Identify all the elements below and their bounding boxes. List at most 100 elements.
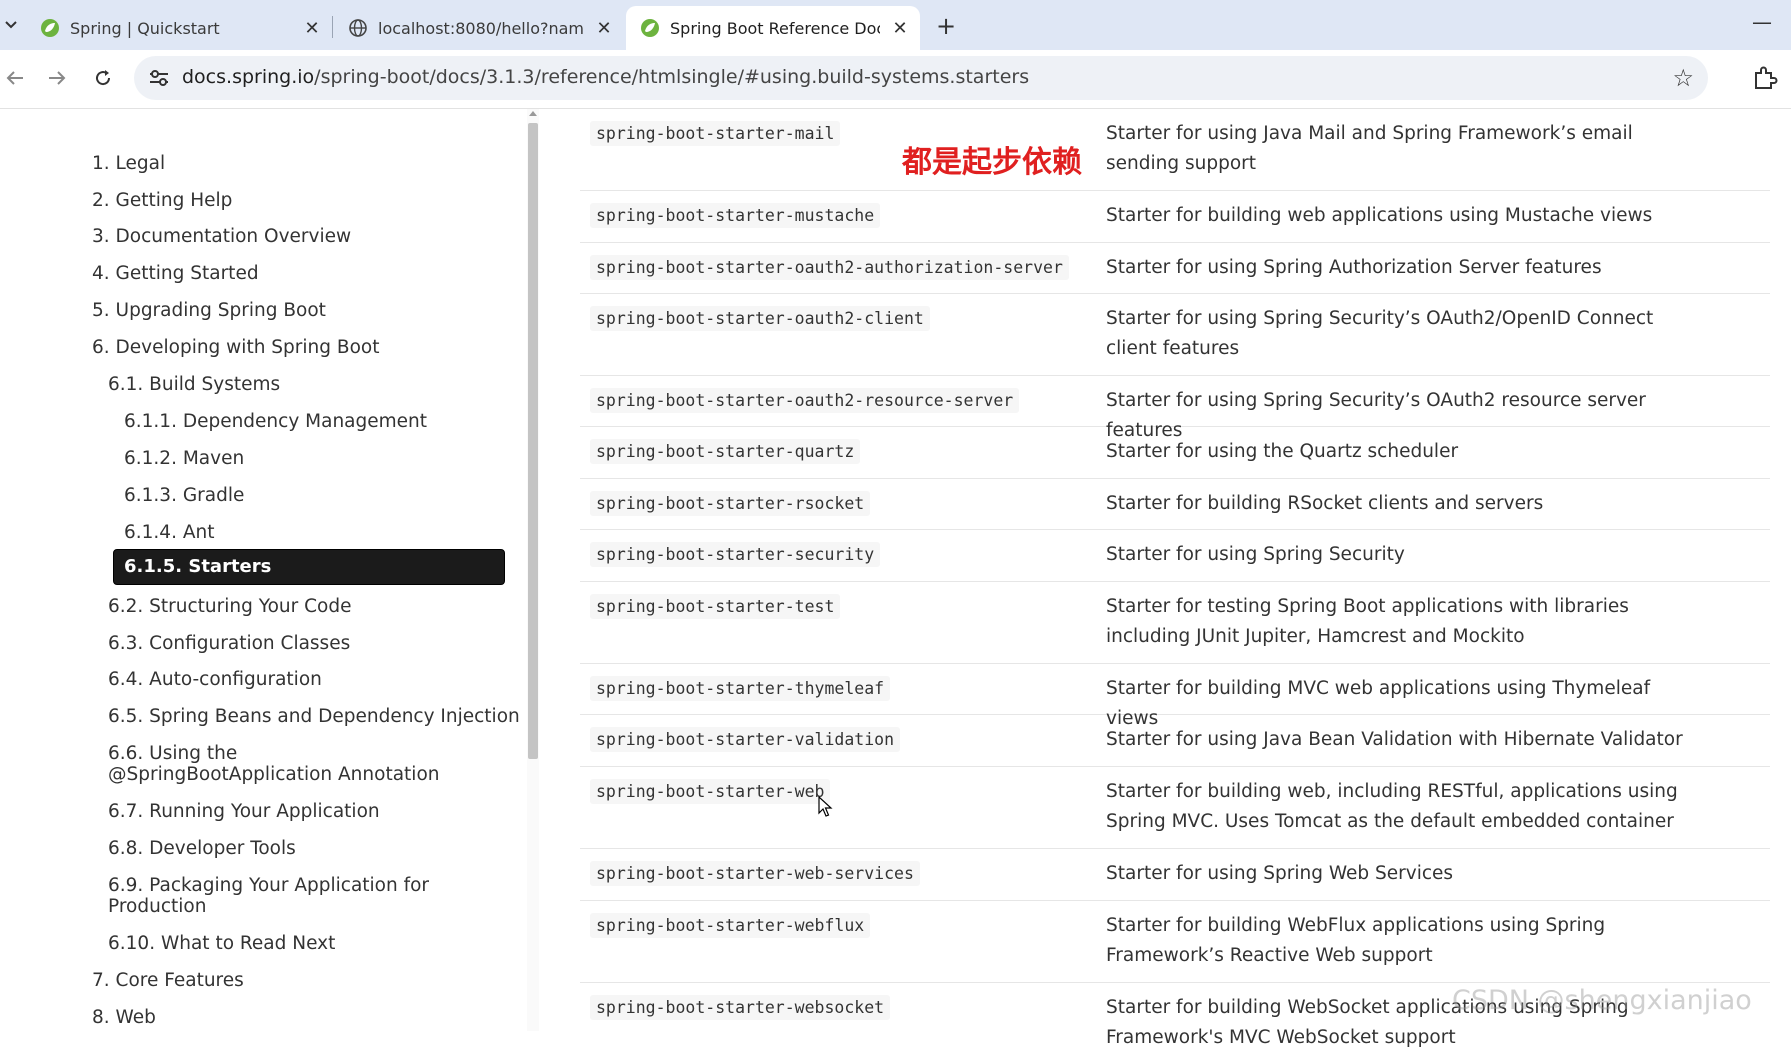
- toc-item[interactable]: 6.3. Configuration Classes: [108, 633, 350, 654]
- puzzle-icon[interactable]: [1752, 65, 1778, 91]
- table-row: spring-boot-starter-validation Starter f…: [580, 715, 1770, 767]
- table-row: spring-boot-starter-oauth2-resource-serv…: [580, 376, 1770, 441]
- starter-name: spring-boot-starter-validation: [590, 727, 901, 752]
- starter-description: Starter for using the Quartz scheduler: [1106, 441, 1459, 462]
- starter-name: spring-boot-starter-rsocket: [590, 491, 871, 516]
- toc-item[interactable]: 4. Getting Started: [92, 263, 259, 284]
- table-row: spring-boot-starter-web-services Starter…: [580, 849, 1770, 901]
- tab-title: Spring | Quickstart: [70, 18, 220, 38]
- table-row: spring-boot-starter-rsocket Starter for …: [580, 479, 1770, 530]
- toc-item[interactable]: 6.1. Build Systems: [108, 374, 280, 395]
- table-row: spring-boot-starter-test Starter for tes…: [580, 582, 1770, 664]
- url-text[interactable]: docs.spring.io/spring-boot/docs/3.1.3/re…: [182, 66, 1029, 88]
- toc-item[interactable]: 6.2. Structuring Your Code: [108, 596, 352, 617]
- toc-item[interactable]: 6.1.2. Maven: [124, 448, 244, 469]
- starter-name: spring-boot-starter-oauth2-authorization…: [590, 255, 1069, 280]
- starter-name: spring-boot-starter-web: [590, 779, 831, 804]
- back-button[interactable]: [0, 63, 30, 93]
- tab-strip: Spring | Quickstart ✕ localhost:8080/hel…: [0, 0, 1791, 50]
- table-row: spring-boot-starter-security Starter for…: [580, 530, 1770, 582]
- toc-item[interactable]: 6.1.1. Dependency Management: [124, 411, 427, 432]
- tune-icon[interactable]: [148, 68, 170, 88]
- starter-description: Starter for using Spring Web Services: [1106, 863, 1454, 884]
- starter-description: Starter for using Java Bean Validation w…: [1106, 729, 1683, 750]
- close-tab-icon[interactable]: ✕: [594, 18, 614, 39]
- toc-item[interactable]: 8. Web: [92, 1007, 156, 1028]
- starter-name: spring-boot-starter-oauth2-resource-serv…: [590, 388, 1020, 413]
- toc-item-active[interactable]: 6.1.5. Starters: [113, 549, 505, 585]
- toc-sidebar: 1. Legal 2. Getting Help 3. Documentatio…: [0, 109, 539, 1031]
- table-row: spring-boot-starter-web Starter for buil…: [580, 767, 1770, 849]
- arrow-right-icon: [49, 71, 66, 85]
- starter-name: spring-boot-starter-quartz: [590, 439, 861, 464]
- toc-item[interactable]: 1. Legal: [92, 153, 165, 174]
- red-annotation-text: 都是起步依赖: [902, 145, 1082, 180]
- scroll-up-arrow-icon[interactable]: [529, 111, 537, 116]
- address-bar[interactable]: docs.spring.io/spring-boot/docs/3.1.3/re…: [134, 56, 1708, 100]
- starter-description: Starter for building web, including REST…: [1106, 781, 1678, 832]
- toc-item[interactable]: 3. Documentation Overview: [92, 226, 351, 247]
- toc-item[interactable]: 6.1.3. Gradle: [124, 485, 244, 506]
- browser-toolbar: docs.spring.io/spring-boot/docs/3.1.3/re…: [0, 50, 1791, 109]
- tab-spring-boot-reference[interactable]: Spring Boot Reference Docum ✕: [626, 6, 920, 50]
- tab-title: localhost:8080/hello?name=: [378, 18, 584, 38]
- toc-item[interactable]: 6.5. Spring Beans and Dependency Injecti…: [108, 706, 520, 727]
- close-tab-icon[interactable]: ✕: [890, 18, 910, 39]
- new-tab-button[interactable]: +: [930, 10, 962, 42]
- spring-leaf-icon: [641, 19, 659, 37]
- starter-description: Starter for using Java Mail and Spring F…: [1106, 123, 1633, 174]
- plus-icon: +: [935, 12, 957, 40]
- toc-item[interactable]: 6. Developing with Spring Boot: [92, 337, 379, 358]
- minimize-button[interactable]: —: [1752, 10, 1772, 34]
- reload-icon: [96, 70, 111, 86]
- toc-item[interactable]: 6.4. Auto-configuration: [108, 669, 322, 690]
- mouse-cursor-icon: [818, 796, 833, 817]
- starter-name: spring-boot-starter-thymeleaf: [590, 676, 891, 701]
- toc-item[interactable]: 6.7. Running Your Application: [108, 801, 380, 822]
- toc-item[interactable]: 5. Upgrading Spring Boot: [92, 300, 326, 321]
- tab-search-button[interactable]: [0, 10, 22, 40]
- reload-button[interactable]: [88, 63, 118, 93]
- globe-icon: [349, 19, 367, 37]
- table-row: spring-boot-starter-quartz Starter for u…: [580, 427, 1770, 479]
- toc-item[interactable]: 7. Core Features: [92, 970, 244, 991]
- starter-name: spring-boot-starter-webflux: [590, 913, 871, 938]
- tab-separator: [332, 16, 333, 38]
- table-row: spring-boot-starter-webflux Starter for …: [580, 901, 1770, 983]
- table-row: spring-boot-starter-mustache Starter for…: [580, 191, 1770, 243]
- url-path: /spring-boot/docs/3.1.3/reference/htmlsi…: [314, 66, 1030, 88]
- star-icon[interactable]: ☆: [1672, 64, 1694, 92]
- starters-table: spring-boot-starter-mail Starter for usi…: [540, 109, 1791, 1048]
- starter-name: spring-boot-starter-mail: [590, 121, 841, 146]
- tab-title: Spring Boot Reference Docum: [670, 18, 880, 38]
- watermark: CSDN @shengxianjiao: [1452, 985, 1752, 1016]
- close-tab-icon[interactable]: ✕: [302, 18, 322, 39]
- starter-description: Starter for testing Spring Boot applicat…: [1106, 596, 1629, 647]
- starter-description: Starter for building web applications us…: [1106, 205, 1653, 226]
- forward-button[interactable]: [42, 63, 72, 93]
- spring-leaf-icon: [41, 19, 59, 37]
- starter-description: Starter for using Spring Security: [1106, 544, 1405, 565]
- toc-item[interactable]: 2. Getting Help: [92, 190, 232, 211]
- tab-localhost[interactable]: localhost:8080/hello?name= ✕: [334, 6, 624, 50]
- starter-name: spring-boot-starter-mustache: [590, 203, 881, 228]
- starter-name: spring-boot-starter-oauth2-client: [590, 306, 930, 331]
- starter-name: spring-boot-starter-websocket: [590, 995, 891, 1020]
- arrow-left-icon: [6, 71, 23, 85]
- toc-item[interactable]: 6.1.4. Ant: [124, 522, 214, 543]
- tab-spring-quickstart[interactable]: Spring | Quickstart ✕: [26, 6, 332, 50]
- table-row: spring-boot-starter-mail Starter for usi…: [580, 109, 1770, 191]
- chevron-down-icon: [5, 21, 17, 29]
- toc-item[interactable]: 6.9. Packaging Your Application for Prod…: [108, 875, 448, 917]
- url-host: docs.spring.io: [182, 66, 315, 88]
- starter-name: spring-boot-starter-web-services: [590, 861, 920, 886]
- toc-item[interactable]: 6.10. What to Read Next: [108, 933, 335, 954]
- starter-name: spring-boot-starter-test: [590, 594, 841, 619]
- table-row: spring-boot-starter-oauth2-client Starte…: [580, 294, 1770, 376]
- table-row: spring-boot-starter-thymeleaf Starter fo…: [580, 664, 1770, 729]
- starter-description: Starter for using Spring Security’s OAut…: [1106, 308, 1654, 359]
- sidebar-scrollbar-thumb[interactable]: [528, 123, 538, 759]
- toc-item[interactable]: 6.6. Using the @SpringBootApplication An…: [108, 743, 448, 785]
- minimize-icon: —: [1752, 10, 1772, 34]
- toc-item[interactable]: 6.8. Developer Tools: [108, 838, 296, 859]
